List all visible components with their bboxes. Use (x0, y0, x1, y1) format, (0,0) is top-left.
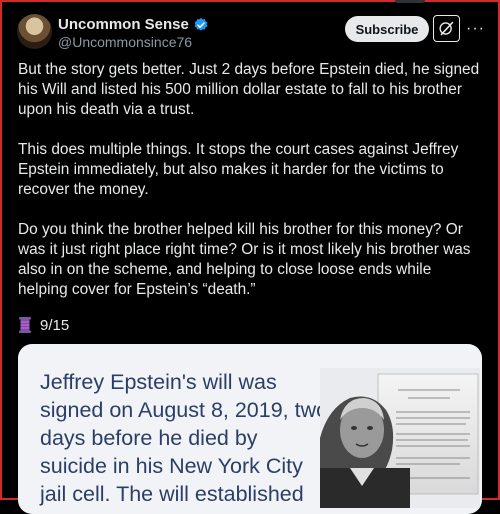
post-paragraph: But the story gets better. Just 2 days b… (18, 61, 480, 118)
author-name-row: Uncommon Sense (58, 16, 209, 33)
avatar[interactable] (17, 14, 52, 49)
media-image[interactable]: Jeffrey Epstein's will was signed on Aug… (18, 344, 482, 514)
post-paragraph: This does multiple things. It stops the … (18, 141, 459, 198)
thread-counter: 9/15 (40, 316, 70, 334)
grok-slash-icon (439, 21, 454, 36)
previous-post-edge (395, 0, 425, 3)
verified-badge-icon (194, 17, 208, 31)
author-name[interactable]: Uncommon Sense (58, 16, 189, 33)
window-frame-top (0, 0, 500, 2)
epstein-will-photo (320, 368, 480, 508)
media-caption: Jeffrey Epstein's will was signed on Aug… (40, 370, 329, 506)
post-paragraph: Do you think the brother helped kill his… (18, 221, 471, 298)
post-text: But the story gets better. Just 2 days b… (18, 60, 484, 320)
thread-spool-icon (19, 317, 31, 333)
author-handle[interactable]: @Uncommonsince76 (58, 34, 192, 50)
more-options-icon[interactable]: ··· (466, 20, 485, 38)
window-frame-left (0, 0, 2, 500)
thread-counter-row: 9/15 (18, 316, 69, 334)
grok-icon[interactable] (433, 15, 460, 42)
subscribe-button[interactable]: Subscribe (345, 16, 429, 42)
